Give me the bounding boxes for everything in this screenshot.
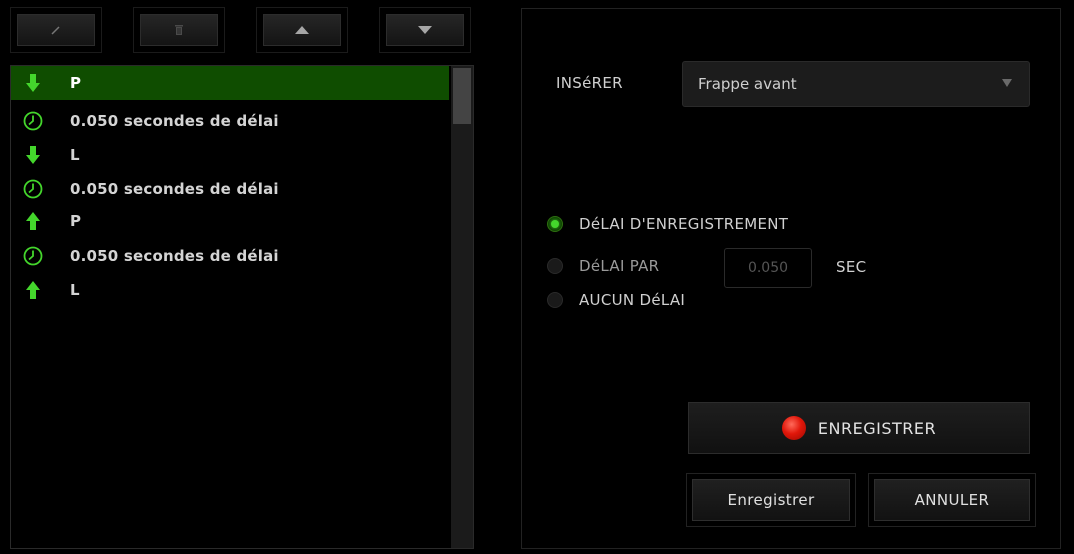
key-up-arrow-icon (21, 209, 45, 233)
delete-button[interactable] (140, 14, 218, 46)
insert-type-value: Frappe avant (698, 75, 797, 93)
key-up-arrow-icon (21, 278, 45, 302)
insert-type-dropdown[interactable]: Frappe avant (682, 61, 1030, 107)
toolbar-edit-slot (10, 7, 102, 53)
list-item[interactable]: P (11, 204, 449, 238)
arrow-up-icon (295, 26, 309, 34)
list-item[interactable]: 0.050 secondes de délai (11, 104, 449, 138)
default-delay-unit: SEC (836, 258, 867, 276)
default-delay-value[interactable] (725, 249, 811, 287)
list-item[interactable]: 0.050 secondes de délai (11, 239, 449, 273)
move-up-button[interactable] (263, 14, 341, 46)
list-scrollbar-thumb[interactable] (453, 68, 471, 124)
trash-icon (175, 25, 183, 35)
record-delay-label: DéLAI D'ENREGISTREMENT (579, 215, 789, 233)
cancel-button-frame: ANNULER (868, 473, 1036, 527)
default-delay-input[interactable] (724, 248, 812, 288)
toolbar-delete-slot (133, 7, 225, 53)
save-button-frame: Enregistrer (686, 473, 856, 527)
record-dot-icon (781, 416, 806, 440)
clock-icon (21, 109, 45, 133)
cancel-button[interactable]: ANNULER (874, 479, 1030, 521)
list-item[interactable]: P (11, 66, 449, 100)
key-down-arrow-icon (21, 143, 45, 167)
list-item-label: 0.050 secondes de délai (70, 247, 279, 265)
pencil-icon (51, 26, 60, 35)
default-delay-radio[interactable] (547, 258, 563, 274)
clock-icon (21, 244, 45, 268)
edit-button[interactable] (17, 14, 95, 46)
record-delay-radio[interactable] (547, 216, 563, 232)
no-delay-label: AUCUN DéLAI (579, 291, 686, 309)
default-delay-label: DéLAI PAR (579, 257, 660, 275)
macro-settings-panel: INSéRER Frappe avant DéLAI D'ENREGISTREM… (521, 8, 1061, 549)
arrow-down-icon (418, 26, 432, 34)
record-button[interactable]: ENREGISTRER (688, 402, 1030, 454)
move-down-button[interactable] (386, 14, 464, 46)
list-item[interactable]: L (11, 138, 449, 172)
list-item-label: 0.050 secondes de délai (70, 180, 279, 198)
list-item-label: 0.050 secondes de délai (70, 112, 279, 130)
toolbar-up-slot (256, 7, 348, 53)
list-scrollbar[interactable] (451, 66, 473, 548)
list-item[interactable]: L (11, 273, 449, 307)
list-item-label: P (70, 74, 82, 92)
no-delay-radio[interactable] (547, 292, 563, 308)
list-item-label: L (70, 281, 80, 299)
record-button-label: ENREGISTRER (817, 418, 937, 438)
list-item[interactable]: 0.050 secondes de délai (11, 172, 449, 206)
save-button[interactable]: Enregistrer (692, 479, 850, 521)
toolbar-down-slot (379, 7, 471, 53)
list-item-label: L (70, 146, 80, 164)
list-item-label: P (70, 212, 82, 230)
clock-icon (21, 177, 45, 201)
insert-label: INSéRER (556, 74, 623, 92)
key-down-arrow-icon (21, 71, 45, 95)
chevron-down-icon (1002, 79, 1012, 87)
macro-event-list: P 0.050 secondes de délai L 0.050 second… (10, 65, 474, 549)
